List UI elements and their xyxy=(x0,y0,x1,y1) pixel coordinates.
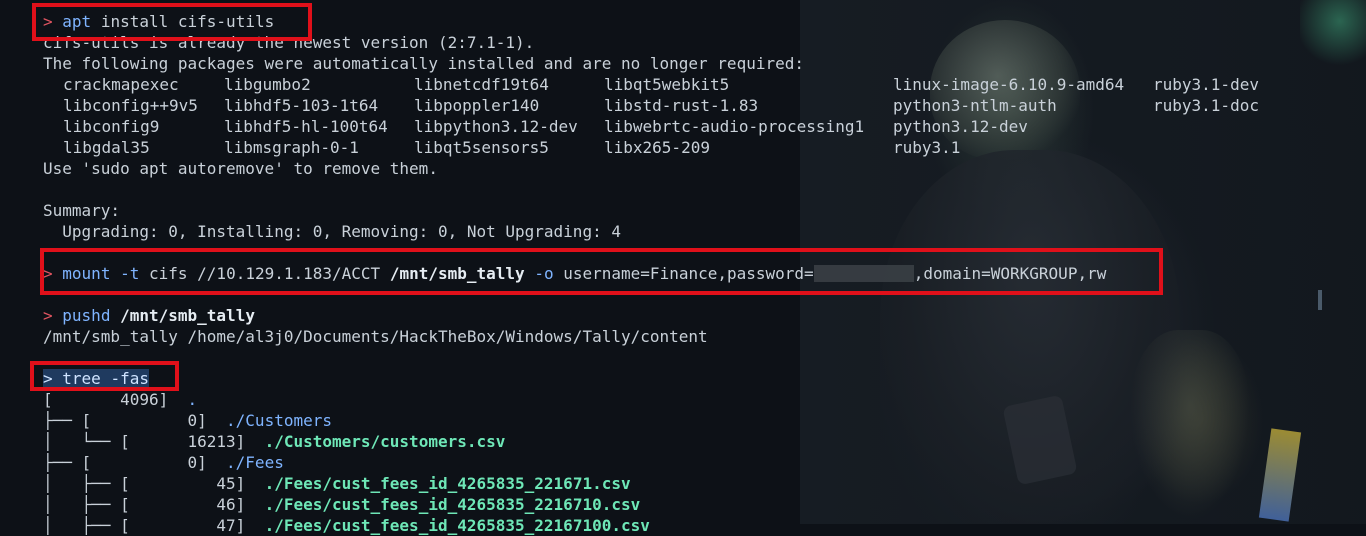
tree-row: ├── [ 0] ./Fees xyxy=(43,452,284,473)
output-summary-line: Upgrading: 0, Installing: 0, Removing: 0… xyxy=(43,222,621,241)
highlight-box-apt xyxy=(32,3,312,41)
package-item: libgdal35 xyxy=(63,138,150,157)
tree-size: │ └── [ 16213] xyxy=(43,432,265,451)
package-item: libgumbo2 xyxy=(224,75,311,94)
package-item: libmsgraph-0-1 xyxy=(224,138,359,157)
package-item: libqt5sensors5 xyxy=(414,138,549,157)
output-autoremove: Use 'sudo apt autoremove' to remove them… xyxy=(43,159,438,178)
package-item: libhdf5-hl-100t64 xyxy=(224,117,388,136)
tree-entry-name: . xyxy=(187,390,198,409)
output-following-packages: The following packages were automaticall… xyxy=(43,54,804,73)
package-item: libstd-rust-1.83 xyxy=(604,96,759,115)
prompt-symbol: > xyxy=(43,306,53,325)
command-line-pushd: > pushd /mnt/smb_tally xyxy=(43,305,255,326)
tree-row: │ ├── [ 46] ./Fees/cust_fees_id_4265835_… xyxy=(43,494,640,515)
tree-entry-name: ./Fees xyxy=(226,453,284,472)
tree-size: ├── [ 0] xyxy=(43,411,227,430)
tree-size: │ ├── [ 46] xyxy=(43,495,265,514)
tree-size: ├── [ 0] xyxy=(43,453,227,472)
tree-row: │ ├── [ 45] ./Fees/cust_fees_id_4265835_… xyxy=(43,473,631,494)
package-item: python3-ntlm-auth xyxy=(893,96,1057,115)
package-item: ruby3.1 xyxy=(893,138,961,157)
tree-entry-name: ./Fees/cust_fees_id_4265835_2216710.csv xyxy=(264,495,641,514)
tree-entry-name: ./Customers/customers.csv xyxy=(264,432,506,451)
tree-row: [ 4096] . xyxy=(43,389,197,410)
command-keyword-pushd: pushd xyxy=(62,306,111,325)
package-item: linux-image-6.10.9-amd64 xyxy=(893,75,1125,94)
wallpaper-accent-green xyxy=(1300,0,1366,70)
tree-size: │ ├── [ 45] xyxy=(43,474,265,493)
package-item: libx265-209 xyxy=(604,138,710,157)
package-item: libnetcdf19t64 xyxy=(414,75,549,94)
tree-row: │ ├── [ 47] ./Fees/cust_fees_id_4265835_… xyxy=(43,515,650,536)
tree-entry-name: ./Fees/cust_fees_id_4265835_221671.csv xyxy=(264,474,631,493)
package-item: ruby3.1-dev xyxy=(1153,75,1259,94)
package-item: libpoppler140 xyxy=(414,96,540,115)
tree-entry-name: ./Fees/cust_fees_id_4265835_22167100.csv xyxy=(264,516,650,535)
package-item: libconfig++9v5 xyxy=(63,96,198,115)
package-item: python3.12-dev xyxy=(893,117,1028,136)
package-item: libpython3.12-dev xyxy=(414,117,578,136)
tree-size: [ 4096] xyxy=(43,390,188,409)
tree-size: │ ├── [ 47] xyxy=(43,516,265,535)
output-pushd-stack: /mnt/smb_tally /home/al3j0/Documents/Hac… xyxy=(43,327,708,346)
highlight-box-tree xyxy=(30,361,179,391)
tree-entry-name: ./Customers xyxy=(226,411,332,430)
package-item: libqt5webkit5 xyxy=(604,75,730,94)
package-item: libwebrtc-audio-processing1 xyxy=(604,117,865,136)
output-summary-label: Summary: xyxy=(43,201,121,220)
tree-row: ├── [ 0] ./Customers xyxy=(43,410,332,431)
package-item: crackmapexec xyxy=(63,75,179,94)
package-item: libhdf5-103-1t64 xyxy=(224,96,379,115)
package-item: libconfig9 xyxy=(63,117,160,136)
pushd-path: /mnt/smb_tally xyxy=(120,306,255,325)
terminal-scrollbar[interactable] xyxy=(1318,290,1322,310)
wallpaper-figure-arm xyxy=(1130,330,1250,520)
tree-row: │ └── [ 16213] ./Customers/customers.csv xyxy=(43,431,505,452)
highlight-box-mount xyxy=(40,248,1163,295)
package-item: ruby3.1-doc xyxy=(1153,96,1259,115)
